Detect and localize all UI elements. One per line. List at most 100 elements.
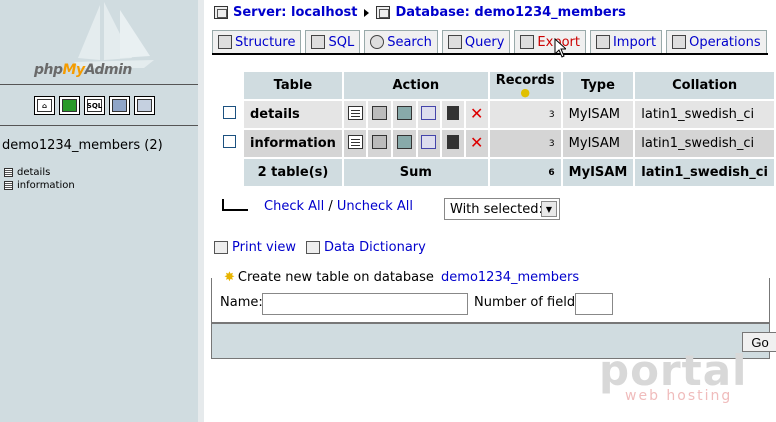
tab-structure[interactable]: Structure bbox=[212, 30, 302, 53]
tab-label: Query bbox=[464, 34, 505, 50]
home-icon[interactable]: ⌂ bbox=[34, 96, 55, 115]
print-view-link[interactable]: Print view bbox=[232, 240, 296, 255]
table-link[interactable]: details bbox=[17, 166, 50, 179]
structure-icon[interactable] bbox=[368, 130, 391, 157]
go-button[interactable]: Go bbox=[742, 332, 776, 352]
row-checkbox-cell bbox=[217, 130, 242, 157]
row-checkbox[interactable] bbox=[223, 135, 236, 148]
table-row: details ✕ 3 MyISAM latin1_swedish_ci bbox=[217, 101, 774, 128]
breadcrumb: Server: localhost Database: demo1234_mem… bbox=[214, 5, 626, 20]
divider bbox=[0, 125, 198, 126]
header-records[interactable]: Records ● bbox=[489, 72, 561, 99]
tab-sql[interactable]: SQL bbox=[305, 30, 361, 53]
structure-icon[interactable] bbox=[368, 101, 391, 128]
tab-import[interactable]: Import bbox=[589, 30, 663, 53]
records-value: 3 bbox=[489, 130, 561, 157]
drop-icon[interactable]: ✕ bbox=[465, 101, 488, 128]
header-action: Action bbox=[343, 72, 488, 99]
tab-label: SQL bbox=[328, 34, 355, 50]
insert-icon[interactable] bbox=[417, 130, 441, 157]
export-icon bbox=[520, 35, 535, 49]
tables-table: Table Action Records ● Type Collation de… bbox=[215, 70, 776, 188]
table-header-row: Table Action Records ● Type Collation bbox=[217, 72, 774, 99]
fields-label: Number of fields: bbox=[474, 295, 587, 310]
watermark-big-text: portal bbox=[599, 346, 748, 395]
list-item[interactable]: information bbox=[4, 179, 75, 192]
docs-icon[interactable] bbox=[109, 96, 130, 115]
sql-icon bbox=[311, 35, 326, 49]
divider bbox=[0, 84, 198, 85]
new-table-icon: ✸ bbox=[224, 270, 235, 285]
table-row: information ✕ 3 MyISAM latin1_swedish_ci bbox=[217, 130, 774, 157]
with-selected-select[interactable]: With selected: ▼ bbox=[444, 198, 560, 220]
check-separator: / bbox=[324, 199, 337, 214]
mouse-cursor-icon bbox=[554, 38, 566, 58]
table-icon[interactable] bbox=[4, 168, 13, 177]
sql-icon[interactable]: SQL bbox=[84, 96, 105, 115]
legend-db-link[interactable]: demo1234_members bbox=[441, 270, 579, 285]
search-icon bbox=[370, 35, 385, 49]
records-value: 3 bbox=[489, 101, 561, 128]
tab-operations[interactable]: Operations bbox=[666, 30, 767, 53]
database-title[interactable]: demo1234_members (2) bbox=[2, 138, 163, 153]
drop-icon[interactable]: ✕ bbox=[465, 130, 488, 157]
browse-icon[interactable] bbox=[343, 130, 367, 157]
tab-search[interactable]: Search bbox=[364, 30, 438, 53]
search-icon[interactable] bbox=[392, 101, 416, 128]
header-table[interactable]: Table bbox=[244, 72, 342, 99]
name-label: Name: bbox=[220, 295, 263, 310]
with-selected-label: With selected: bbox=[450, 201, 543, 217]
printer-icon bbox=[214, 241, 228, 254]
table-name-link[interactable]: details bbox=[244, 101, 342, 128]
row-checkbox-cell bbox=[217, 101, 242, 128]
empty-icon[interactable] bbox=[442, 130, 464, 157]
database-icon bbox=[376, 6, 391, 19]
table-name-input[interactable] bbox=[262, 293, 468, 315]
watermark-small-text: web hosting bbox=[625, 388, 733, 404]
structure-icon bbox=[218, 35, 232, 49]
tab-label: Search bbox=[387, 34, 432, 50]
server-icon bbox=[214, 6, 228, 19]
arrow-bent-icon bbox=[222, 198, 248, 211]
table-icon[interactable] bbox=[4, 181, 13, 190]
search-icon[interactable] bbox=[392, 130, 416, 157]
print-links: Print view Data Dictionary bbox=[214, 240, 426, 255]
logo-wordmark: phpMyAdmin bbox=[34, 62, 132, 78]
summary-records: 6 bbox=[489, 159, 561, 186]
tab-bar: Structure SQL Search Query Export Import… bbox=[212, 30, 767, 53]
help-icon[interactable] bbox=[134, 96, 155, 115]
collation-value: latin1_swedish_ci bbox=[635, 101, 774, 128]
browse-icon[interactable] bbox=[343, 101, 367, 128]
table-link[interactable]: information bbox=[17, 179, 75, 192]
header-spacer bbox=[217, 72, 242, 99]
phpmyadmin-logo[interactable]: phpMyAdmin bbox=[0, 0, 198, 88]
legend-text: Create new table on database bbox=[237, 270, 439, 285]
sailboat-icon bbox=[74, 2, 154, 68]
summary-sum-label: Sum bbox=[343, 159, 488, 186]
header-collation: Collation bbox=[635, 72, 774, 99]
type-value: MyISAM bbox=[562, 101, 634, 128]
chevron-down-icon[interactable]: ▼ bbox=[541, 201, 557, 217]
wrench-icon bbox=[672, 35, 687, 49]
tab-label: Structure bbox=[235, 34, 296, 50]
list-item[interactable]: details bbox=[4, 166, 75, 179]
lightbulb-icon[interactable]: ● bbox=[496, 87, 555, 98]
type-value: MyISAM bbox=[562, 130, 634, 157]
uncheck-all-link[interactable]: Uncheck All bbox=[337, 199, 413, 214]
header-type: Type bbox=[562, 72, 634, 99]
number-of-fields-input[interactable] bbox=[575, 293, 613, 315]
table-name-link[interactable]: information bbox=[244, 130, 342, 157]
data-dictionary-link[interactable]: Data Dictionary bbox=[324, 240, 426, 255]
empty-icon[interactable] bbox=[442, 101, 464, 128]
tab-query[interactable]: Query bbox=[441, 30, 511, 53]
check-all-link[interactable]: Check All bbox=[264, 199, 324, 214]
breadcrumb-database[interactable]: Database: demo1234_members bbox=[395, 5, 625, 20]
breadcrumb-server[interactable]: Server: localhost bbox=[233, 5, 357, 20]
tab-export[interactable]: Export bbox=[514, 30, 586, 53]
query-window-icon[interactable] bbox=[59, 96, 80, 115]
right-frame: Server: localhost Database: demo1234_mem… bbox=[204, 0, 776, 422]
tab-underline bbox=[212, 53, 768, 55]
row-checkbox[interactable] bbox=[223, 106, 236, 119]
portal-watermark: portal web hosting bbox=[599, 346, 748, 405]
insert-icon[interactable] bbox=[417, 101, 441, 128]
